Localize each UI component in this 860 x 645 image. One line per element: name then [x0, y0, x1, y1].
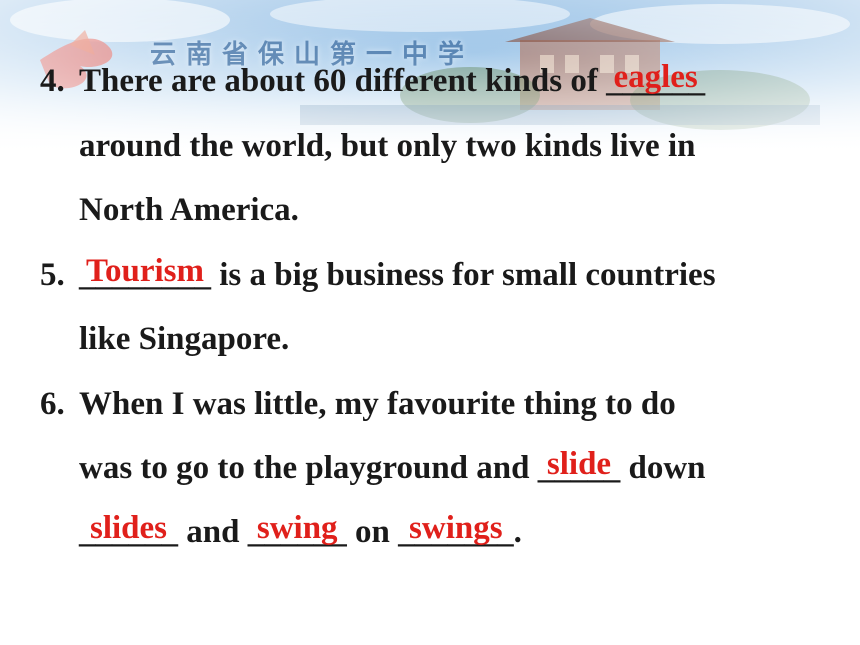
q6-answer1: slide — [546, 446, 612, 482]
q4-number: 4. — [40, 63, 65, 99]
q6-line2-text: was to go to the playground and — [79, 450, 538, 486]
q5-number: 5. — [40, 257, 65, 293]
q6-line2-rest: down — [620, 450, 706, 486]
q6-number: 6. — [40, 386, 65, 422]
q6-on: on — [346, 514, 399, 550]
q6-line3: ______ slides and ______ swing on _______ s… — [79, 510, 522, 552]
q5-line2: like Singapore. — [79, 321, 290, 357]
q4-line2: around the world, but only two kinds liv… — [79, 128, 696, 164]
q4-answer: eagles — [613, 59, 698, 95]
q6-blank3: ______ swing — [248, 510, 347, 552]
q6-blank1: _____ slide — [538, 446, 621, 488]
q6-blank4: _______ swings — [398, 510, 514, 552]
q6-text: When I was little, my favourite thing to… — [79, 386, 676, 422]
q6-line2: was to go to the playground and _____ sli… — [79, 446, 706, 488]
q4-line1: 4. There are about 60 different kinds of… — [40, 59, 705, 101]
q5-answer: Tourism — [86, 253, 204, 289]
q6-blank2: ______ slides — [79, 510, 178, 552]
slide: 云南省保山第一中学 4. There are about 60 differen… — [0, 0, 860, 645]
q6-and: and — [178, 514, 248, 550]
q5-text: is a big business for small countries — [211, 257, 716, 293]
q6-line1: 6. When I was little, my favourite thing… — [40, 384, 676, 424]
q4-text: There are about 60 different kinds of — [79, 63, 607, 99]
q5-line1: 5. ________ Tourism is a big business for… — [40, 253, 716, 295]
q4-blank: ______ eagles — [606, 59, 705, 101]
q6-answer4: swings — [409, 510, 503, 546]
q4-line3: North America. — [79, 192, 299, 228]
q6-end: . — [513, 514, 522, 550]
q5-blank: ________ Tourism — [79, 253, 211, 295]
q6-answer3: swing — [256, 510, 338, 546]
q6-answer2: slides — [89, 510, 168, 546]
